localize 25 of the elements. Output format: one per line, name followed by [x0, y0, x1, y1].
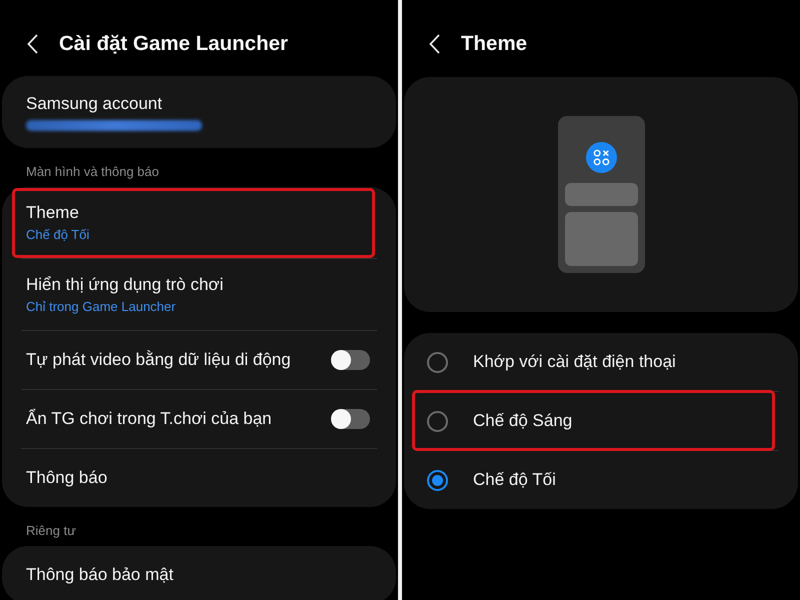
setting-label[interactable]: Theme	[26, 203, 90, 223]
setting-label: Tự phát video bằng dữ liệu di động	[26, 350, 291, 370]
circles-cross-icon	[586, 142, 616, 173]
section-heading: Màn hình và thông báo	[25, 163, 160, 181]
back-icon[interactable]	[27, 34, 38, 54]
setting-value: Chỉ trong Game Launcher	[26, 299, 177, 314]
setting-label[interactable]: Hiển thị ứng dụng trò chơi	[26, 275, 224, 295]
option-label[interactable]: Chế độ Tối	[473, 470, 556, 490]
radio-button[interactable]	[427, 352, 448, 372]
screen-title: Theme	[461, 32, 528, 56]
back-icon[interactable]	[429, 34, 440, 54]
option-label[interactable]: Chế độ Sáng	[473, 411, 572, 431]
account-label: Samsung account	[26, 94, 164, 114]
account-card[interactable]: Samsung account	[2, 76, 396, 148]
screen-title: Cài đặt Game Launcher	[59, 32, 288, 56]
radio-button[interactable]	[427, 470, 448, 490]
setting-label: Ẩn TG chơi trong T.chơi của bạn	[26, 409, 272, 429]
toggle-switch[interactable]	[331, 409, 370, 429]
toggle-switch[interactable]	[331, 350, 370, 370]
section-heading: Riêng tư	[25, 522, 77, 540]
setting-value: Chế độ Tối	[26, 227, 90, 242]
setting-label[interactable]: Thông báo	[26, 468, 108, 488]
radio-button[interactable]	[427, 410, 448, 432]
option-label[interactable]: Khớp với cài đặt điện thoại	[473, 352, 676, 372]
setting-label[interactable]: Thông báo bảo mật	[26, 565, 174, 585]
